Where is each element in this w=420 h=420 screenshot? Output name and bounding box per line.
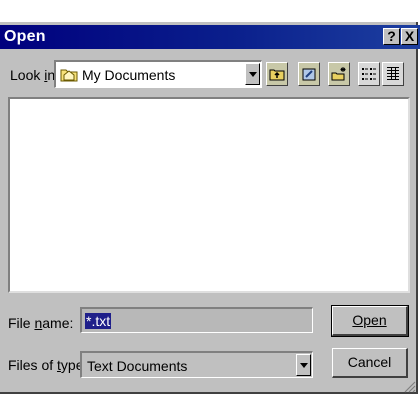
look-in-dropdown[interactable]: My Documents — [54, 60, 262, 88]
file-type-label: Files of type: — [8, 357, 88, 373]
open-button-label: Open — [352, 312, 387, 328]
file-name-input[interactable]: *.txt — [80, 307, 313, 333]
new-folder-icon — [331, 67, 346, 81]
list-view-button[interactable] — [358, 62, 380, 86]
desktop-icon — [302, 68, 316, 81]
desktop-button[interactable] — [298, 62, 320, 86]
cancel-button-label: Cancel — [347, 354, 392, 370]
file-type-value: Text Documents — [87, 358, 188, 374]
look-in-dropdown-arrow[interactable] — [245, 63, 260, 85]
look-in-label: Look in: — [10, 67, 59, 83]
folder-icon — [60, 69, 78, 82]
file-name-label: File name: — [8, 315, 74, 331]
up-one-level-icon — [269, 69, 285, 81]
list-view-icon — [362, 68, 376, 80]
details-view-button[interactable] — [382, 62, 404, 86]
details-view-icon — [387, 67, 399, 80]
cancel-button[interactable]: Cancel — [332, 348, 408, 378]
resize-grip-icon[interactable] — [404, 381, 416, 393]
open-button[interactable]: Open — [331, 305, 409, 337]
file-name-value: *.txt — [85, 313, 112, 329]
help-button[interactable]: ? — [383, 28, 400, 45]
file-type-dropdown[interactable]: Text Documents — [80, 351, 313, 378]
file-list-pane[interactable] — [8, 97, 410, 293]
close-button[interactable]: X — [401, 28, 418, 45]
file-type-dropdown-arrow[interactable] — [296, 354, 311, 376]
title-bar[interactable]: Open ? X — [0, 25, 420, 49]
new-folder-button[interactable] — [328, 62, 350, 86]
close-icon: X — [404, 28, 415, 44]
window-title: Open — [4, 28, 46, 45]
look-in-value: My Documents — [82, 67, 176, 83]
up-one-level-button[interactable] — [266, 62, 288, 86]
help-icon: ? — [387, 28, 396, 44]
